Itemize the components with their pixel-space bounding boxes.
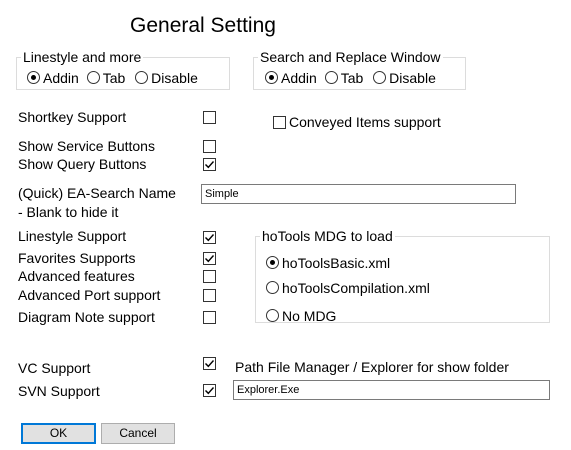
conveyed-items-checkbox[interactable] — [273, 116, 286, 129]
radio-icon — [266, 309, 279, 322]
shortkey-checkbox[interactable] — [203, 111, 216, 124]
ok-button[interactable]: OK — [21, 423, 96, 444]
radio-icon — [266, 281, 279, 294]
linestyle-radio-addin[interactable]: Addin — [27, 70, 79, 86]
ea-search-sublabel: - Blank to hide it — [18, 204, 119, 220]
cancel-button[interactable]: Cancel — [101, 423, 175, 444]
checkmark-icon — [205, 360, 215, 368]
favorites-label: Favorites Supports — [18, 250, 136, 266]
diagram-note-checkbox[interactable] — [203, 311, 216, 324]
search-radio-addin[interactable]: Addin — [265, 70, 317, 86]
radio-icon — [135, 71, 149, 84]
checkmark-icon — [205, 234, 215, 242]
query-buttons-label: Show Query Buttons — [18, 156, 147, 172]
ea-search-label: (Quick) EA-Search Name — [18, 185, 176, 201]
linestyle-support-label: Linestyle Support — [18, 228, 127, 244]
linestyle-radio-disable[interactable]: Disable — [135, 70, 198, 86]
search-radio-tab[interactable]: Tab — [324, 70, 363, 86]
query-buttons-checkbox[interactable] — [203, 158, 216, 171]
path-manager-input[interactable] — [233, 380, 550, 400]
advanced-features-label: Advanced features — [18, 268, 135, 284]
checkmark-icon — [205, 255, 215, 263]
ea-search-name-input[interactable] — [201, 184, 516, 204]
conveyed-items-label: Conveyed Items support — [289, 114, 441, 130]
favorites-checkbox[interactable] — [203, 252, 216, 265]
radio-selected-icon — [266, 256, 279, 269]
path-manager-label: Path File Manager / Explorer for show fo… — [235, 359, 509, 375]
service-buttons-checkbox[interactable] — [203, 140, 216, 153]
mdg-radio-compilation[interactable]: hoToolsCompilation.xml — [266, 280, 430, 296]
radio-icon — [86, 71, 100, 84]
svn-support-checkbox[interactable] — [203, 384, 216, 397]
dialog-title: General Setting — [130, 14, 276, 37]
shortkey-label: Shortkey Support — [18, 109, 127, 125]
search-radio-disable[interactable]: Disable — [373, 70, 436, 86]
linestyle-support-checkbox[interactable] — [203, 231, 216, 244]
advanced-port-label: Advanced Port support — [18, 287, 161, 303]
checkmark-icon — [205, 387, 215, 395]
checkmark-icon — [205, 161, 215, 169]
svn-support-label: SVN Support — [18, 383, 100, 399]
mdg-group-legend: hoTools MDG to load — [262, 228, 393, 244]
mdg-radio-basic[interactable]: hoToolsBasic.xml — [266, 255, 390, 271]
diagram-note-label: Diagram Note support — [18, 309, 155, 325]
linestyle-radio-tab[interactable]: Tab — [86, 70, 125, 86]
linestyle-group-legend: Linestyle and more — [23, 49, 142, 65]
search-replace-group-legend: Search and Replace Window — [260, 49, 441, 65]
advanced-features-checkbox[interactable] — [203, 270, 216, 283]
service-buttons-label: Show Service Buttons — [18, 138, 155, 154]
radio-selected-icon — [265, 71, 278, 84]
radio-icon — [373, 71, 387, 84]
vc-support-checkbox[interactable] — [203, 357, 216, 370]
vc-support-label: VC Support — [18, 360, 91, 376]
advanced-port-checkbox[interactable] — [203, 289, 216, 302]
mdg-radio-none[interactable]: No MDG — [266, 308, 336, 324]
radio-icon — [324, 71, 338, 84]
radio-selected-icon — [27, 71, 40, 84]
